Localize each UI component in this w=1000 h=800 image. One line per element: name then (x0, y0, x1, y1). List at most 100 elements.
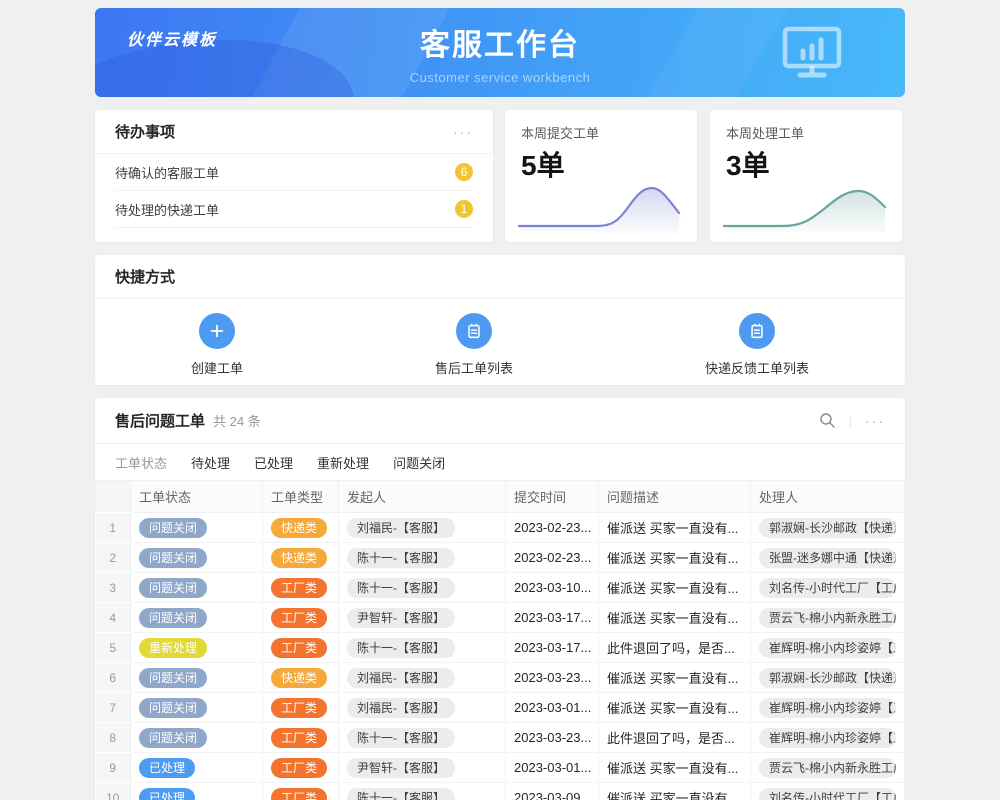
table-row[interactable]: 10已处理工厂类陈十一-【客服】2023-03-09...催派送 买家一直没有.… (96, 783, 905, 800)
filter-option[interactable]: 问题关闭 (393, 453, 445, 472)
table-row[interactable]: 4问题关闭工厂类尹智轩-【客服】2023-03-17...催派送 买家一直没有.… (96, 603, 905, 633)
column-header: 处理人 (751, 481, 905, 513)
table-row[interactable]: 7问题关闭工厂类刘福民-【客服】2023-03-01...催派送 买家一直没有.… (96, 693, 905, 723)
cell-time: 2023-03-23... (506, 723, 599, 753)
type-pill: 工厂类 (271, 698, 327, 718)
status-filter-bar: 工单状态 待处理 已处理 重新处理 问题关闭 (95, 444, 905, 480)
cell-time: 2023-03-10... (506, 573, 599, 603)
shortcut-售后工单列表[interactable]: 售后工单列表 (435, 313, 513, 377)
row-number: 5 (96, 633, 131, 663)
submitted-trend-chart (515, 176, 685, 234)
cell-handler: 崔辉明-棉小内珍姿婷【工 (751, 693, 905, 723)
search-icon[interactable] (819, 412, 836, 429)
filter-label: 工单状态 (115, 453, 167, 472)
status-pill: 问题关闭 (139, 728, 207, 748)
cell-handler: 张盟-迷多娜中通【快递】 (751, 543, 905, 573)
worksheet-more-icon[interactable]: ··· (865, 413, 885, 429)
table-row[interactable]: 3 问题关闭 工厂类陈十一-【客服】 2023-03-10...催派送 买家一直没有.… (96, 573, 905, 603)
status-pill: 问题关闭 (139, 668, 207, 688)
cell-type: 工厂类 (263, 573, 339, 603)
cell-creator: 陈十一-【客服】 (339, 543, 506, 573)
todo-card: 待办事项 ··· 待确认的客服工单6待处理的快递工单1 (95, 110, 493, 242)
status-pill: 问题关闭 (139, 548, 207, 568)
cell-description: 催派送 买家一直没有... (599, 783, 751, 800)
status-pill: 重新处理 (139, 638, 207, 658)
type-pill: 工厂类 (271, 608, 327, 628)
row-number: 9 (96, 753, 131, 783)
shortcuts-card: 快捷方式 创建工单 售后工单列表 快递反馈工单列表 (95, 255, 905, 385)
cell-status: 问题关闭 (131, 513, 263, 543)
cell-creator: 陈十一-【客服】 (339, 783, 506, 800)
filter-option[interactable]: 重新处理 (317, 453, 369, 472)
cell-handler: 郭淑娴-长沙邮政【快递】 (751, 663, 905, 693)
header-banner: 伙伴云模板 客服工作台 Customer service workbench (95, 8, 905, 97)
cell-description: 催派送 买家一直没有... (599, 513, 751, 543)
cell-description: 催派送 买家一直没有... (599, 603, 751, 633)
board-icon (739, 313, 775, 349)
todo-more-icon[interactable]: ··· (453, 124, 473, 140)
cell-type: 工厂类 (263, 753, 339, 783)
type-pill: 工厂类 (271, 638, 327, 658)
cell-handler: 崔辉明-棉小内珍姿婷【工 (751, 633, 905, 663)
cell-description: 此件退回了吗，是否... (599, 633, 751, 663)
cell-handler: 刘名传-小时代工厂【工厂】 (751, 573, 905, 603)
row-number: 1 (96, 513, 131, 543)
cell-time: 2023-03-17... (506, 633, 599, 663)
shortcut-创建工单[interactable]: 创建工单 (191, 313, 243, 377)
handler-pill: 贾云飞-棉小内新永胜工厂 (759, 758, 896, 778)
cell-time: 2023-03-09... (506, 783, 599, 800)
shortcut-label: 创建工单 (191, 358, 243, 377)
row-number: 6 (96, 663, 131, 693)
monitor-chart-icon (779, 22, 845, 89)
creator-pill: 刘福民-【客服】 (347, 518, 455, 538)
cell-status: 问题关闭 (131, 693, 263, 723)
cell-status: 问题关闭 (131, 543, 263, 573)
column-header: 工单类型 (263, 481, 339, 513)
cell-status: 问题关闭 (131, 603, 263, 633)
status-pill: 已处理 (139, 758, 195, 778)
creator-pill: 尹智轩-【客服】 (347, 608, 455, 628)
row-number: 2 (96, 543, 131, 573)
creator-pill: 陈十一-【客服】 (347, 638, 455, 658)
table-row[interactable]: 1问题关闭快递类刘福民-【客服】2023-02-23...催派送 买家一直没有.… (96, 513, 905, 543)
cell-description: 催派送 买家一直没有... (599, 663, 751, 693)
status-pill: 问题关闭 (139, 608, 207, 628)
table-row[interactable]: 2问题关闭快递类陈十一-【客服】2023-02-23...催派送 买家一直没有.… (96, 543, 905, 573)
worksheet-card: 售后问题工单 共 24 条 ··· 工单状态 待处理已处理重新处理问题关闭 (95, 398, 905, 800)
cell-type: 工厂类 (263, 603, 339, 633)
shortcuts-title: 快捷方式 (115, 266, 175, 287)
cell-creator: 陈十一-【客服】 (339, 633, 506, 663)
type-pill: 快递类 (271, 548, 327, 568)
table-row[interactable]: 5 重新处理 工厂类陈十一-【客服】 2023-03-17...此件退回了吗，是否..… (96, 633, 905, 663)
cell-status: 已处理 (131, 783, 263, 800)
table-row[interactable]: 6问题关闭快递类刘福民-【客服】2023-03-23...催派送 买家一直没有.… (96, 663, 905, 693)
todo-list-item[interactable]: 待确认的客服工单6 (115, 154, 473, 191)
type-pill: 工厂类 (271, 578, 327, 598)
creator-pill: 陈十一-【客服】 (347, 578, 455, 598)
shortcut-label: 售后工单列表 (435, 358, 513, 377)
status-pill: 问题关闭 (139, 578, 207, 598)
table-row[interactable]: 9已处理工厂类尹智轩-【客服】2023-03-01...催派送 买家一直没有..… (96, 753, 905, 783)
table-row[interactable]: 8问题关闭工厂类陈十一-【客服】2023-03-23...此件退回了吗，是否..… (96, 723, 905, 753)
type-pill: 工厂类 (271, 788, 327, 800)
filter-option[interactable]: 待处理 (191, 453, 230, 472)
row-number: 10 (96, 783, 131, 800)
creator-pill: 尹智轩-【客服】 (347, 758, 455, 778)
cell-handler: 郭淑娴-长沙邮政【快递】 (751, 513, 905, 543)
column-header: 工单状态 (131, 481, 263, 513)
handler-pill: 郭淑娴-长沙邮政【快递】 (759, 518, 896, 538)
cell-handler: 崔辉明-棉小内珍姿婷【工 (751, 723, 905, 753)
todo-list-item[interactable]: 待处理的快递工单1 (115, 191, 473, 228)
column-header: 问题描述 (599, 481, 751, 513)
shortcut-快递反馈工单列表[interactable]: 快递反馈工单列表 (705, 313, 809, 377)
cell-description: 催派送 买家一直没有... (599, 573, 751, 603)
cell-creator: 尹智轩-【客服】 (339, 603, 506, 633)
row-number: 3 (96, 573, 131, 603)
type-pill: 快递类 (271, 668, 327, 688)
cell-creator: 尹智轩-【客服】 (339, 753, 506, 783)
handler-pill: 张盟-迷多娜中通【快递】 (759, 548, 896, 568)
cell-time: 2023-03-01... (506, 693, 599, 723)
stat-title: 本周提交工单 (521, 123, 681, 142)
filter-option[interactable]: 已处理 (254, 453, 293, 472)
cell-creator: 陈十一-【客服】 (339, 723, 506, 753)
